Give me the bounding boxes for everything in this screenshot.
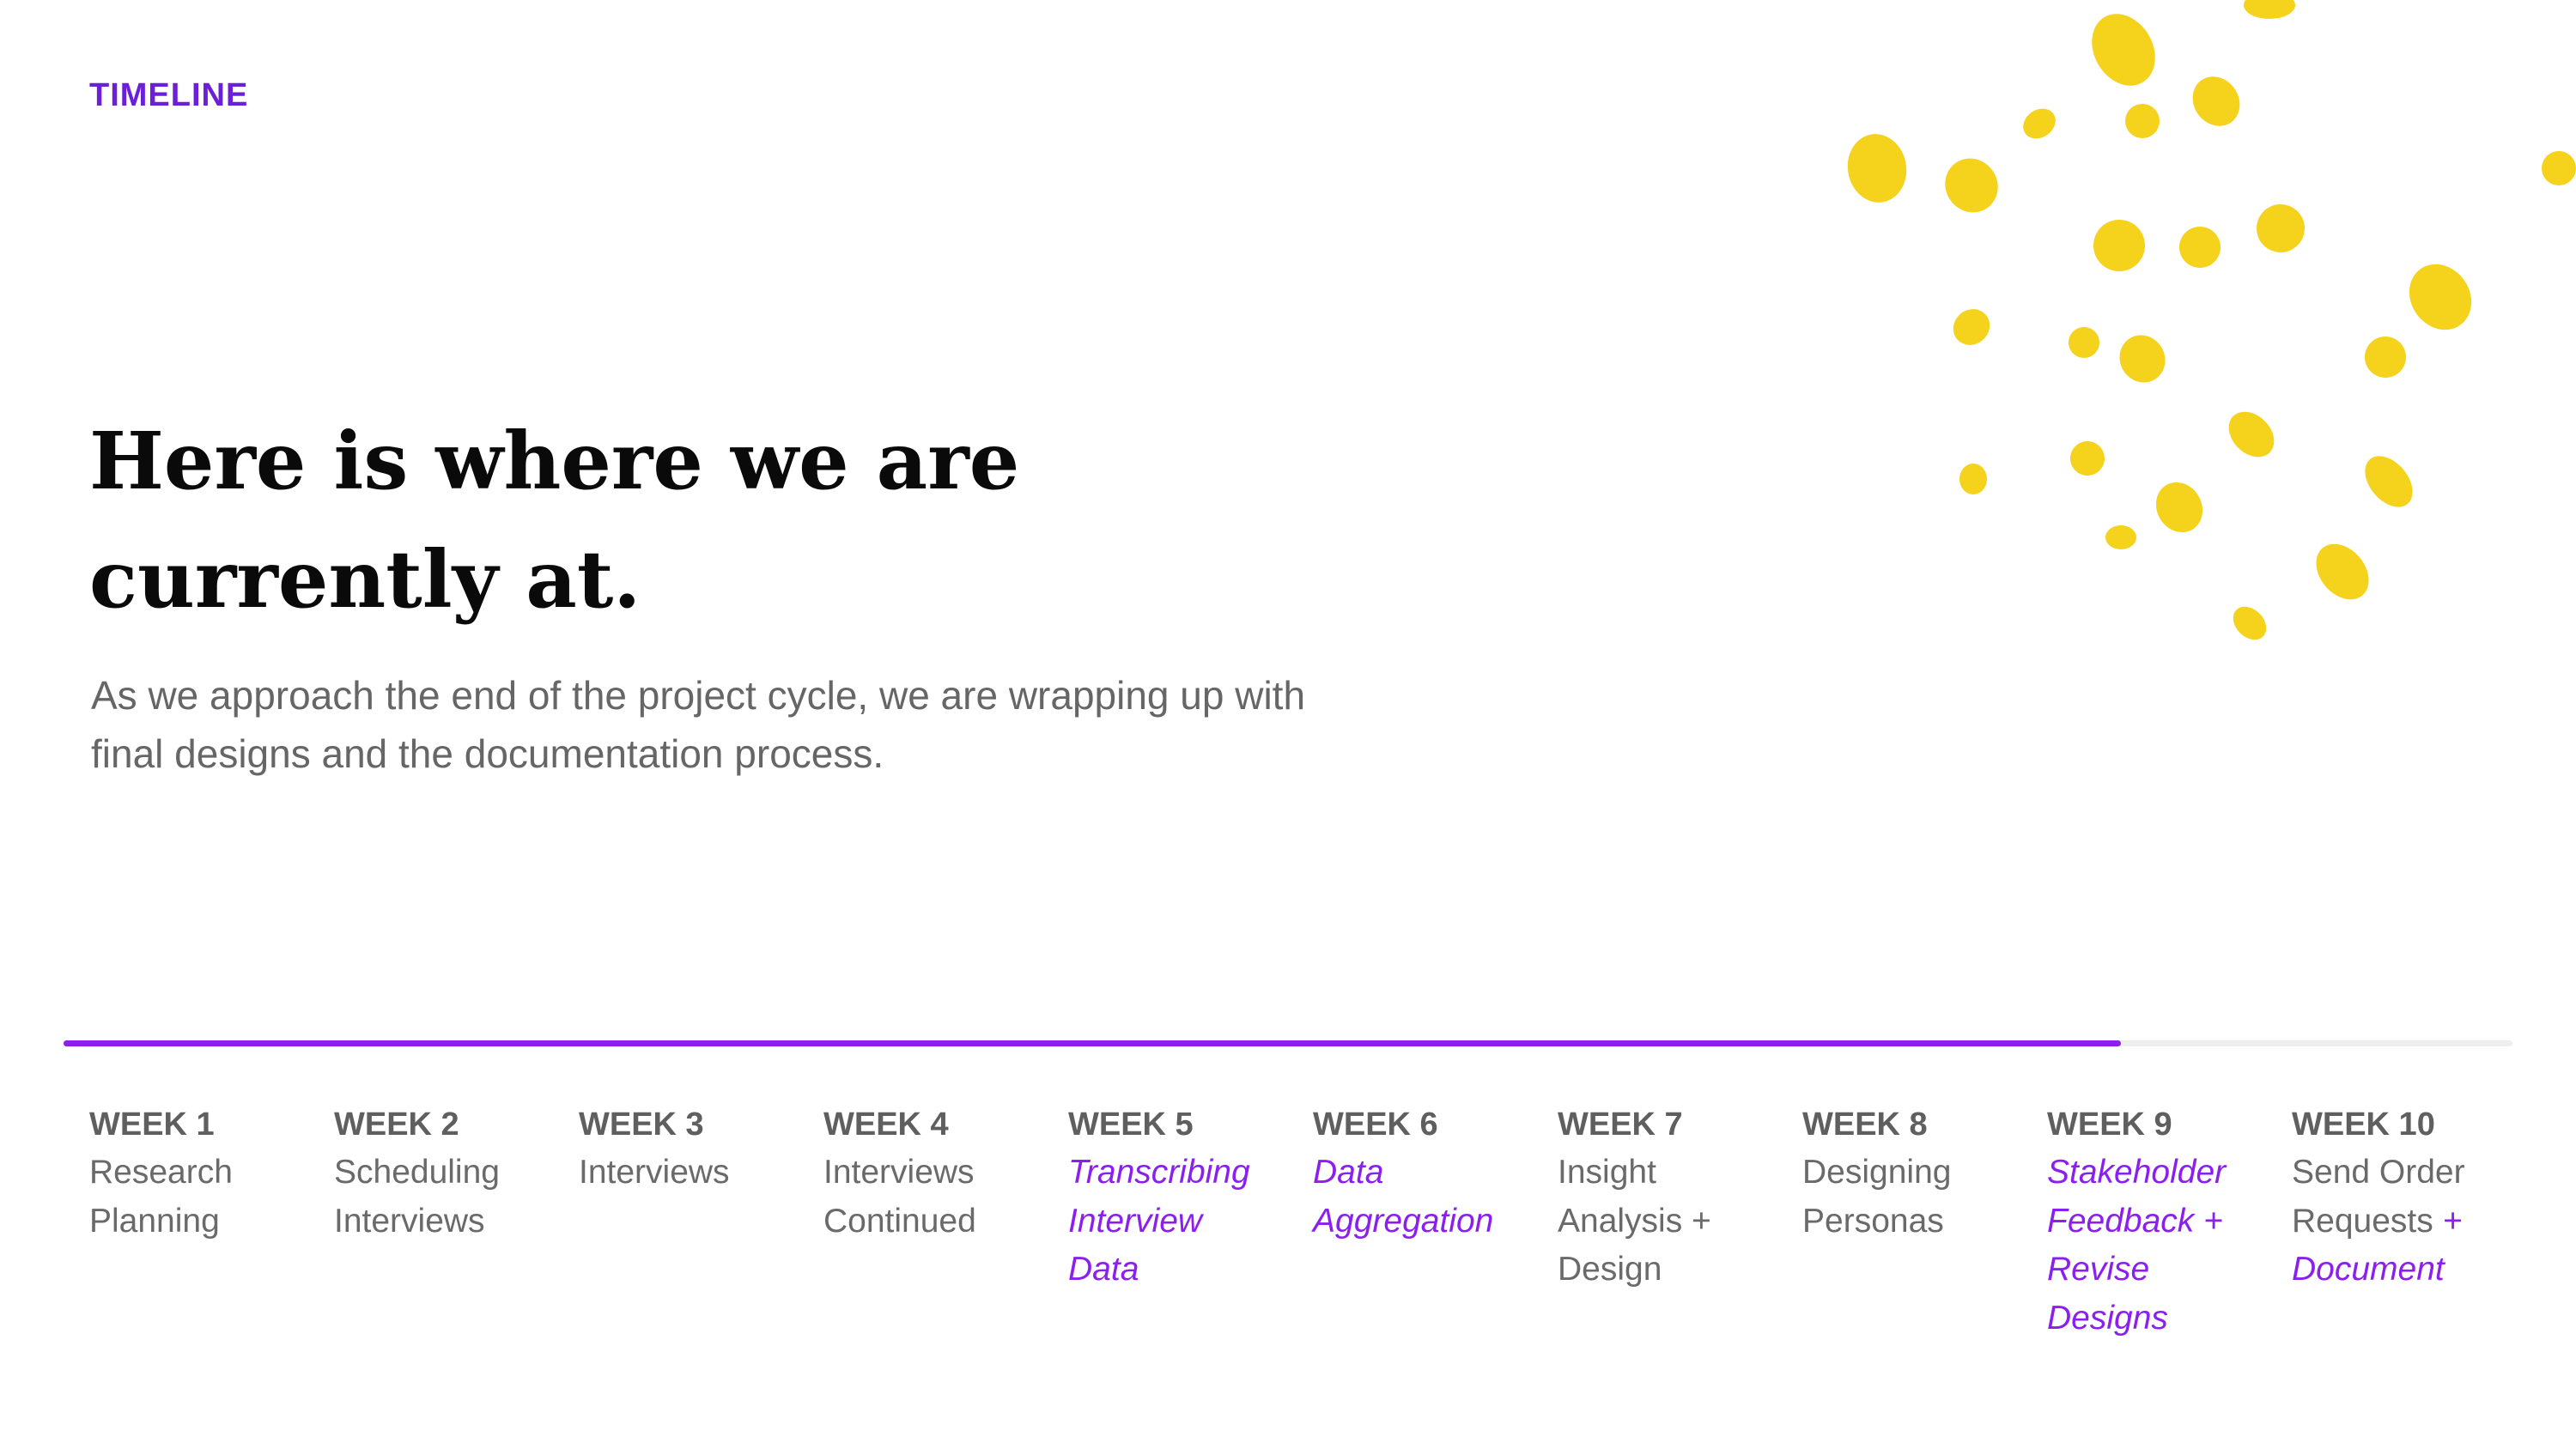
timeline-week-6: WEEK 6 Data Aggregation <box>1313 1100 1558 1343</box>
timeline-week-9: WEEK 9 Stakeholder Feedback + Revise Desi… <box>2047 1100 2292 1343</box>
brush-dot <box>2244 0 2295 19</box>
brush-dot <box>2125 104 2160 138</box>
week-title: WEEK 10 <box>2292 1106 2435 1143</box>
week-task: Data Aggregation <box>1313 1149 1558 1246</box>
brush-dot <box>2365 336 2406 378</box>
week-task: Designing Personas <box>1802 1149 2047 1246</box>
brush-dot <box>2233 606 2267 640</box>
brush-dot <box>2542 151 2576 185</box>
brush-dot <box>2316 543 2369 600</box>
page-headline: Here is where we are currently at. <box>89 415 1020 626</box>
week-task: Interviews <box>579 1149 823 1197</box>
week-task-highlight: Transcribing Interview Data <box>1068 1154 1250 1288</box>
brush-dot <box>2155 482 2203 533</box>
timeline-week-10: WEEK 10 Send Order Requests + Document <box>2292 1100 2537 1343</box>
week-title: WEEK 1 <box>89 1106 215 1143</box>
week-task-highlight: Data Aggregation <box>1313 1154 1494 1240</box>
week-task: Research Planning <box>89 1149 334 1246</box>
week-title: WEEK 5 <box>1068 1106 1194 1143</box>
timeline-week-3: WEEK 3 Interviews <box>579 1100 823 1343</box>
week-task-text: Research Planning <box>89 1154 233 1240</box>
week-task-text: Scheduling Interviews <box>334 1154 500 1240</box>
eyebrow-label: TIMELINE <box>89 77 249 113</box>
timeline-week-5: WEEK 5 Transcribing Interview Data <box>1068 1100 1313 1343</box>
week-title: WEEK 4 <box>823 1106 949 1143</box>
brush-dot <box>2105 525 2136 549</box>
week-task: Transcribing Interview Data <box>1068 1149 1313 1294</box>
week-task-highlight: Stakeholder Feedback + Revise Designs <box>2047 1154 2227 1337</box>
week-task-text: Send Order Requests <box>2292 1154 2465 1240</box>
yellow-brush-dots-decoration <box>1847 0 2576 640</box>
brush-dot <box>2070 441 2105 476</box>
week-title: WEEK 2 <box>334 1106 459 1143</box>
week-title: WEEK 7 <box>1558 1106 1683 1143</box>
brush-dot <box>2257 204 2305 252</box>
brush-dot <box>2179 227 2221 268</box>
brush-dot <box>1959 464 1987 494</box>
week-task: Interviews Continued <box>823 1149 1068 1246</box>
brush-dot <box>1953 309 1990 345</box>
brush-dot <box>2092 14 2155 86</box>
timeline-progress-fill <box>64 1040 2121 1046</box>
brush-dot <box>2069 327 2099 358</box>
brush-dot <box>2409 264 2472 330</box>
week-title: WEEK 6 <box>1313 1106 1438 1143</box>
brush-dot <box>1945 158 1998 213</box>
brush-dot <box>2192 76 2240 126</box>
brush-dot <box>2023 108 2056 139</box>
week-task: Stakeholder Feedback + Revise Designs <box>2047 1149 2292 1343</box>
brush-dot <box>2228 411 2275 458</box>
week-task-text: Interviews <box>579 1154 730 1191</box>
brush-dot <box>1847 134 1907 203</box>
timeline-week-7: WEEK 7 Insight Analysis + Design <box>1558 1100 1802 1343</box>
week-task: Insight Analysis + Design <box>1558 1149 1802 1294</box>
timeline-progress-track <box>64 1040 2512 1046</box>
timeline-weeks: WEEK 1 Research Planning WEEK 2 Scheduling … <box>89 1100 2545 1343</box>
brush-dot <box>2093 220 2145 271</box>
week-title: WEEK 9 <box>2047 1106 2172 1143</box>
brush-dot <box>2365 456 2413 507</box>
week-task-text: Insight Analysis + Design <box>1558 1154 1711 1288</box>
timeline-week-2: WEEK 2 Scheduling Interviews <box>334 1100 579 1343</box>
timeline-week-4: WEEK 4 Interviews Continued <box>823 1100 1068 1343</box>
week-task-text: Designing Personas <box>1802 1154 1952 1240</box>
week-task-text: Interviews Continued <box>823 1154 976 1240</box>
week-title: WEEK 8 <box>1802 1106 1928 1143</box>
timeline-week-8: WEEK 8 Designing Personas <box>1802 1100 2047 1343</box>
week-title: WEEK 3 <box>579 1106 704 1143</box>
week-task: Send Order Requests + Document <box>2292 1149 2537 1294</box>
week-task: Scheduling Interviews <box>334 1149 579 1246</box>
page-subtext: As we approach the end of the project cy… <box>91 673 1306 776</box>
brush-dot <box>2119 335 2166 383</box>
timeline-week-1: WEEK 1 Research Planning <box>89 1100 334 1343</box>
